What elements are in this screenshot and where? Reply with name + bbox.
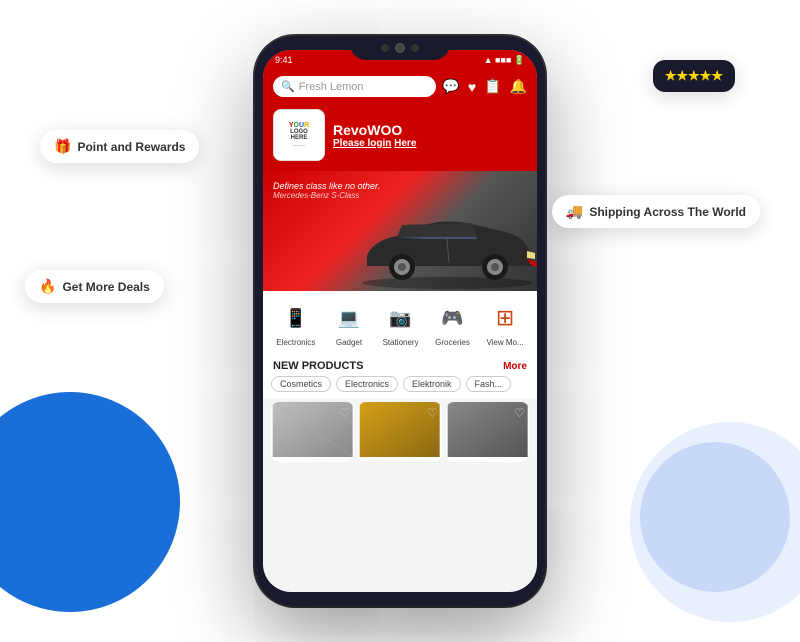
gadget-icon: 💻 (332, 301, 366, 335)
login-link[interactable]: Here (394, 138, 416, 149)
bg-circle-left (0, 392, 180, 612)
phone-notch (350, 36, 450, 60)
new-products-header: NEW PRODUCTS More (263, 352, 537, 376)
chip-fashion[interactable]: Fash... (466, 376, 512, 392)
new-products-title: NEW PRODUCTS (273, 360, 363, 372)
chip-electronics[interactable]: Electronics (336, 376, 398, 392)
product-grid: ♡ ♡ (263, 398, 537, 466)
notch-camera (395, 43, 405, 53)
deals-badge: 🔥 Get More Deals (25, 270, 164, 303)
status-time: 9:41 (275, 55, 293, 65)
bell-icon[interactable]: 🔔 (510, 78, 527, 95)
product-card-3[interactable]: ♡ (446, 402, 529, 462)
banner-headline: Defines class like no other. (273, 181, 380, 191)
category-gadget[interactable]: 💻 Gadget (332, 301, 366, 347)
heart-icon-2[interactable]: ♡ (427, 406, 438, 420)
product-card-2[interactable]: ♡ (358, 402, 441, 462)
shipping-label: Shipping Across The World (589, 205, 746, 219)
deals-label: Get More Deals (62, 280, 149, 294)
heart-icon-3[interactable]: ♡ (514, 406, 525, 420)
heart-icon-1[interactable]: ♡ (340, 406, 351, 420)
banner-text: Defines class like no other. Mercedes-Be… (273, 181, 380, 200)
stationery-label: Stationery (383, 338, 419, 347)
notch-dot (381, 44, 389, 52)
notch-dot-2 (411, 44, 419, 52)
categories-section: 📱 Electronics 💻 Gadget 📷 Stationery 🎮 Gr… (263, 291, 537, 352)
logo-subtext: ⎯⎯⎯⎯⎯ (293, 143, 306, 149)
category-groceries[interactable]: 🎮 Groceries (435, 301, 470, 347)
login-text: Please login (333, 138, 391, 149)
stationery-icon: 📷 (384, 301, 418, 335)
phone-screen: 9:41 ▲ ■■■ 🔋 🔍 Fresh Lemon 💬 ♥ 📋 🔔 (263, 50, 537, 592)
brand-logo: YOUR LOGO HERE ⎯⎯⎯⎯⎯ (273, 109, 325, 161)
banner-subtext: Mercedes-Benz S-Class (273, 191, 380, 200)
logo-letter-y: R (304, 122, 309, 129)
search-placeholder: Fresh Lemon (299, 81, 364, 93)
chip-cosmetics[interactable]: Cosmetics (271, 376, 331, 392)
electronics-label: Electronics (276, 338, 315, 347)
search-bar: 🔍 Fresh Lemon 💬 ♥ 📋 🔔 (263, 70, 537, 103)
filter-chips: Cosmetics Electronics Elektronik Fash... (263, 376, 537, 398)
category-stationery[interactable]: 📷 Stationery (383, 301, 419, 347)
user-login: Please login Here (333, 138, 527, 149)
groceries-label: Groceries (435, 338, 470, 347)
shipping-badge-float: 🚚 Shipping Across The World (552, 195, 760, 228)
search-icon: 🔍 (281, 80, 295, 93)
heart-icon[interactable]: ♥ (468, 79, 476, 95)
car-banner: Defines class like no other. Mercedes-Be… (263, 171, 537, 291)
product-card-1[interactable]: ♡ (271, 402, 354, 462)
fire-icon: 🔥 (39, 278, 56, 295)
stars-badge: ★★★★★ (653, 60, 735, 92)
chip-elektronik[interactable]: Elektronik (403, 376, 461, 392)
phone-frame: 9:41 ▲ ■■■ 🔋 🔍 Fresh Lemon 💬 ♥ 📋 🔔 (255, 36, 545, 606)
category-more[interactable]: ⊞ View Mo... (486, 301, 523, 347)
header-icons: 💬 ♥ 📋 🔔 (442, 78, 527, 95)
star-rating: ★★★★★ (665, 68, 723, 84)
more-button[interactable]: More (503, 361, 527, 372)
chat-icon[interactable]: 💬 (442, 78, 459, 95)
more-icon: ⊞ (488, 301, 522, 335)
logo-line3: HERE (291, 135, 308, 141)
points-badge: 🎁 Point and Rewards (40, 130, 199, 163)
points-label: Point and Rewards (77, 140, 185, 154)
search-input-container[interactable]: 🔍 Fresh Lemon (273, 76, 436, 97)
status-icons: ▲ ■■■ 🔋 (484, 55, 525, 66)
car-image (347, 201, 537, 291)
phone-wrapper: 9:41 ▲ ■■■ 🔋 🔍 Fresh Lemon 💬 ♥ 📋 🔔 (255, 36, 545, 606)
list-icon[interactable]: 📋 (484, 78, 501, 95)
more-label: View Mo... (486, 338, 523, 347)
category-electronics[interactable]: 📱 Electronics (276, 301, 315, 347)
gadget-label: Gadget (336, 338, 362, 347)
user-info: RevoWOO Please login Here (333, 122, 527, 149)
user-section: YOUR LOGO HERE ⎯⎯⎯⎯⎯ RevoWOO Please logi… (263, 103, 537, 171)
truck-icon: 🚚 (566, 203, 583, 220)
bg-circle-right-inner (640, 442, 790, 592)
groceries-icon: 🎮 (436, 301, 470, 335)
electronics-icon: 📱 (279, 301, 313, 335)
gift-icon: 🎁 (54, 138, 71, 155)
user-name: RevoWOO (333, 122, 527, 138)
